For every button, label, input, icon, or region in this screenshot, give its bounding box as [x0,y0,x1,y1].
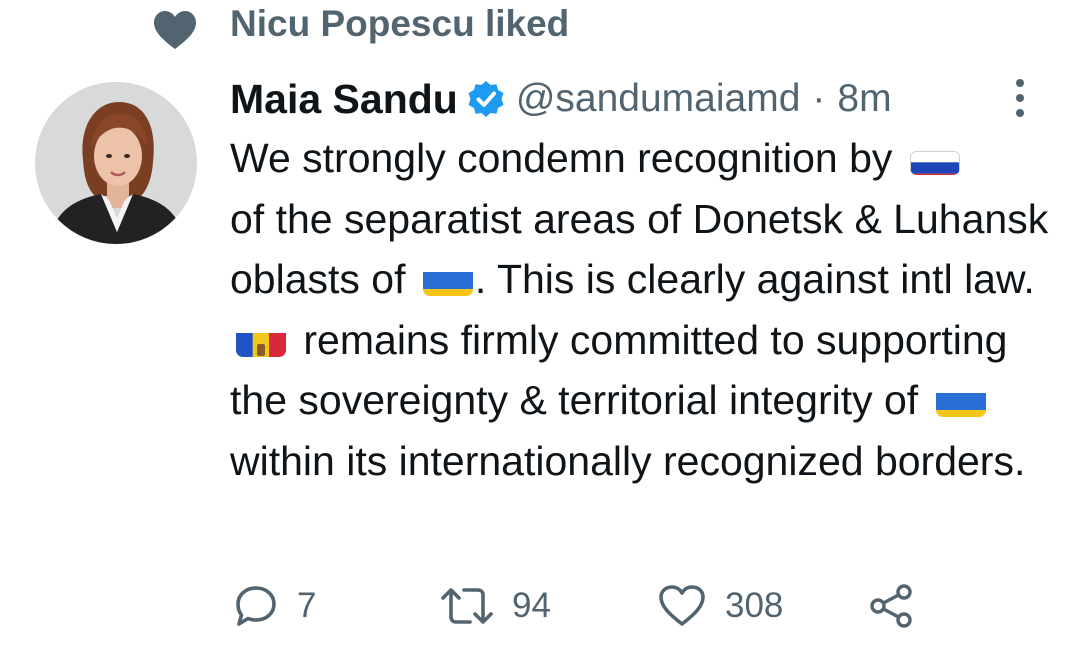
moldova-flag-icon [236,323,286,357]
reply-icon [236,586,276,626]
author-name[interactable]: Maia Sandu [230,76,458,123]
tweet-text-part: within its internationally recognized bo… [230,437,1026,484]
retweet-count: 94 [512,586,551,625]
tweet-text: We strongly condemn recognition by of th… [230,128,1060,491]
social-context-label[interactable]: Nicu Popescu liked [230,2,569,46]
profile-photo [35,82,197,244]
tweet-text-part: . This is clearly against intl law. [474,256,1035,302]
reply-count: 7 [297,586,317,625]
more-options-icon[interactable] [1010,78,1030,118]
timestamp[interactable]: 8m [837,77,891,121]
tweet-actions: 7 94 308 [0,576,1080,636]
tweet-card[interactable]: Nicu Popescu liked Maia Sandu @sandumaia… [0,0,1080,661]
retweet-icon [441,588,493,624]
like-button[interactable]: 308 [657,576,783,636]
ukraine-flag-icon [422,262,473,296]
verified-badge-icon [468,81,504,117]
tweet-text-part: We strongly condemn recognition by [230,135,893,181]
author-handle[interactable]: @sandumaiamd [516,77,801,121]
social-context: Nicu Popescu liked [0,0,1080,60]
ukraine-flag-icon [935,383,986,417]
reply-button[interactable]: 7 [233,576,316,636]
tweet-header: Maia Sandu @sandumaiamd · 8m [230,74,892,124]
like-count: 308 [725,586,784,625]
tweet-text-part: remains firmly committed to supporting t… [230,316,1008,424]
retweet-button[interactable]: 94 [440,576,551,636]
heart-outline-icon [659,585,705,626]
avatar[interactable] [35,82,197,244]
russia-flag-icon [909,141,960,175]
separator-dot: · [812,77,826,120]
share-button[interactable] [866,576,916,636]
heart-icon [154,11,196,49]
share-icon [870,584,912,628]
